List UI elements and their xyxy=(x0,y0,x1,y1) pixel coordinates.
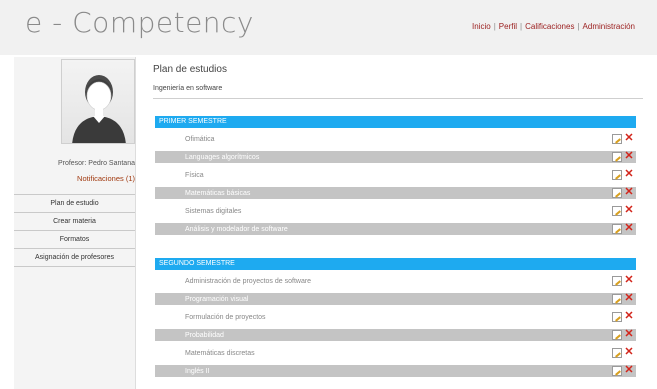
sidebar-menu: Plan de estudio Crear materia Formatos A… xyxy=(14,194,135,267)
subject-name: Física xyxy=(185,172,204,179)
delete-icon[interactable]: ✕ xyxy=(624,169,634,180)
edit-icon[interactable] xyxy=(612,366,622,376)
subject-name: Sistemas digitales xyxy=(185,208,242,215)
edit-icon[interactable] xyxy=(612,330,622,340)
edit-icon[interactable] xyxy=(612,170,622,180)
nav-perfil[interactable]: Perfil xyxy=(499,22,517,31)
delete-icon[interactable]: ✕ xyxy=(624,187,634,198)
program-name: Ingeniería en software xyxy=(153,85,223,92)
page-title: Plan de estudios xyxy=(153,64,227,75)
edit-icon[interactable] xyxy=(612,224,622,234)
sidebar-item-asignacion-profesores[interactable]: Asignación de profesores xyxy=(14,249,135,267)
delete-icon[interactable]: ✕ xyxy=(624,151,634,162)
edit-icon[interactable] xyxy=(612,134,622,144)
semester-header: SEGUNDO SEMESTRE xyxy=(155,258,636,270)
avatar xyxy=(61,59,135,144)
subject-row: Languages algorítmicos ✕ xyxy=(155,151,636,169)
divider xyxy=(153,98,643,99)
nav-inicio[interactable]: Inicio xyxy=(472,22,491,31)
header-bar: e - Competency Inicio | Perfil | Calificacio… xyxy=(0,0,657,55)
notifications-link[interactable]: Notificaciones (1) xyxy=(14,174,135,183)
edit-icon[interactable] xyxy=(612,294,622,304)
delete-icon[interactable]: ✕ xyxy=(624,223,634,234)
edit-icon[interactable] xyxy=(612,276,622,286)
edit-icon[interactable] xyxy=(612,206,622,216)
semester-block-2: SEGUNDO SEMESTRE Administración de proye… xyxy=(155,258,636,383)
delete-icon[interactable]: ✕ xyxy=(624,329,634,340)
semester-header: PRIMER SEMESTRE xyxy=(155,116,636,128)
subject-row: Sistemas digitales ✕ xyxy=(155,205,636,223)
subject-name: Formulación de proyectos xyxy=(185,314,266,321)
sidebar-item-crear-materia[interactable]: Crear materia xyxy=(14,213,135,231)
edit-icon[interactable] xyxy=(612,348,622,358)
subject-name: Matemáticas discretas xyxy=(185,350,255,357)
subject-row: Probabilidad ✕ xyxy=(155,329,636,347)
app-logo: e - Competency xyxy=(25,6,255,39)
subject-row: Matemáticas discretas ✕ xyxy=(155,347,636,365)
subject-name: Administración de proyectos de software xyxy=(185,278,312,285)
subject-name: Matemáticas básicas xyxy=(185,190,251,197)
nav-separator: | xyxy=(520,22,523,31)
delete-icon[interactable]: ✕ xyxy=(624,133,634,144)
teacher-name: Profesor: Pedro Santana xyxy=(57,160,135,167)
delete-icon[interactable]: ✕ xyxy=(624,205,634,216)
nav-separator: | xyxy=(577,22,580,31)
semester-block-1: PRIMER SEMESTRE Ofimática ✕ Languages alg… xyxy=(155,116,636,241)
subject-name: Languages algorítmicos xyxy=(185,154,260,161)
top-navigation: Inicio | Perfil | Calificaciones | Administrac… xyxy=(472,22,635,31)
subject-row: Administración de proyectos de software ✕ xyxy=(155,275,636,293)
subject-name: Probabilidad xyxy=(185,332,224,339)
delete-icon[interactable]: ✕ xyxy=(624,347,634,358)
subject-name: Inglés II xyxy=(185,368,210,375)
subject-name: Análisis y modelador de software xyxy=(185,226,288,233)
user-silhouette-icon xyxy=(72,75,126,143)
subject-row: Ofimática ✕ xyxy=(155,133,636,151)
edit-icon[interactable] xyxy=(612,312,622,322)
subject-row: Física ✕ xyxy=(155,169,636,187)
edit-icon[interactable] xyxy=(612,152,622,162)
delete-icon[interactable]: ✕ xyxy=(624,365,634,376)
subject-row: Formulación de proyectos ✕ xyxy=(155,311,636,329)
nav-calificaciones[interactable]: Calificaciones xyxy=(525,22,574,31)
subject-row: Programación visual ✕ xyxy=(155,293,636,311)
subject-name: Programación visual xyxy=(185,296,249,303)
subject-row: Análisis y modelador de software ✕ xyxy=(155,223,636,241)
nav-administracion[interactable]: Administración xyxy=(583,22,635,31)
subject-row: Matemáticas básicas ✕ xyxy=(155,187,636,205)
main-content: Plan de estudios Ingeniería en software xyxy=(153,64,643,99)
sidebar-item-plan-de-estudio[interactable]: Plan de estudio xyxy=(14,195,135,213)
delete-icon[interactable]: ✕ xyxy=(624,275,634,286)
nav-separator: | xyxy=(493,22,496,31)
sidebar: Profesor: Pedro Santana Notificaciones (… xyxy=(14,57,136,389)
subject-row: Inglés II ✕ xyxy=(155,365,636,383)
sidebar-item-formatos[interactable]: Formatos xyxy=(14,231,135,249)
delete-icon[interactable]: ✕ xyxy=(624,293,634,304)
edit-icon[interactable] xyxy=(612,188,622,198)
delete-icon[interactable]: ✕ xyxy=(624,311,634,322)
subject-name: Ofimática xyxy=(185,136,215,143)
